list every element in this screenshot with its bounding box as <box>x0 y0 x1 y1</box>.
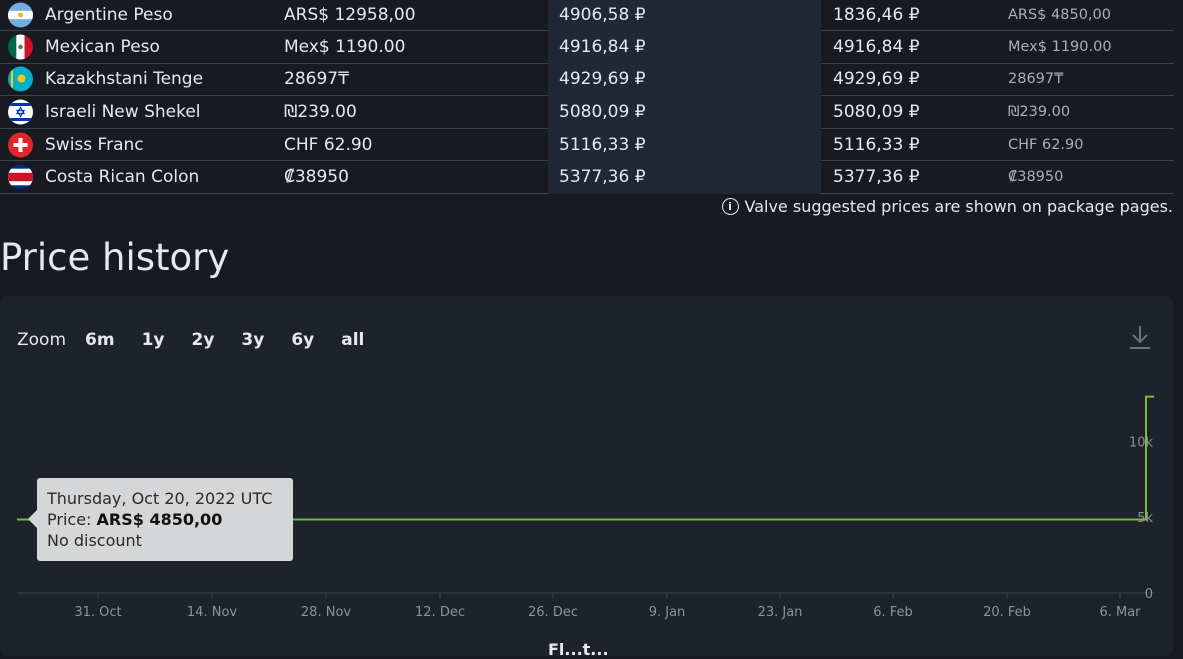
table-row: Swiss Franc CHF 62.90 5116,33 ₽ 5116,33 ₽ CH… <box>0 128 1174 162</box>
converted-original-price: 4916,84 ₽ <box>833 36 920 57</box>
x-tick-label: 14. Nov <box>187 605 237 620</box>
original-local-price: ₪239.00 <box>1008 103 1071 120</box>
converted-original-price: 5116,33 ₽ <box>833 134 920 155</box>
table-row: Kazakhstani Tenge 28697₸ 4929,69 ₽ 4929,69 … <box>0 63 1174 97</box>
converted-price: 4929,69 ₽ <box>559 69 646 90</box>
currency-price-table: Argentine Peso ARS$ 12958,00 4906,58 ₽ 1836… <box>0 0 1174 194</box>
zoom-3y-button[interactable]: 3y <box>241 330 264 350</box>
x-tick-label: 26. Dec <box>528 605 578 620</box>
currency-name: Mexican Peso <box>45 36 160 57</box>
original-local-price: CHF 62.90 <box>1008 136 1084 153</box>
x-tick-label: 28. Nov <box>301 605 351 620</box>
original-local-price: Mex$ 1190.00 <box>1008 38 1112 55</box>
converted-price: 5080,09 ₽ <box>559 101 646 122</box>
chart-footer-label: Fl...t... <box>548 640 609 659</box>
flag-switzerland-icon <box>8 132 33 158</box>
table-row: Costa Rican Colon ₡38950 5377,36 ₽ 5377,36 … <box>0 161 1174 194</box>
price-note-text: Valve suggested prices are shown on pack… <box>744 197 1174 216</box>
converted-original-price: 4929,69 ₽ <box>833 69 920 90</box>
converted-price: 4916,84 ₽ <box>559 36 646 57</box>
x-tick-label: 20. Feb <box>983 605 1031 620</box>
zoom-6m-button[interactable]: 6m <box>85 330 115 350</box>
chart-tooltip: Thursday, Oct 20, 2022 UTC Price: ARS$ 4… <box>28 478 293 561</box>
original-local-price: 28697₸ <box>1008 71 1064 88</box>
local-price: ₪239.00 <box>284 101 357 122</box>
zoom-all-button[interactable]: all <box>341 330 364 350</box>
tooltip-date: Thursday, Oct 20, 2022 UTC <box>47 489 273 508</box>
table-row: Argentine Peso ARS$ 12958,00 4906,58 ₽ 1836… <box>0 0 1174 31</box>
converted-price: 5377,36 ₽ <box>559 167 646 188</box>
zoom-6y-button[interactable]: 6y <box>291 330 314 350</box>
y-tick-label: 0 <box>1145 587 1153 602</box>
tooltip-price-label: Price: <box>47 510 92 529</box>
currency-name: Swiss Franc <box>45 134 144 155</box>
zoom-2y-button[interactable]: 2y <box>191 330 214 350</box>
flag-costa-rica-icon <box>8 164 33 190</box>
converted-original-price: 1836,46 ₽ <box>833 5 920 25</box>
zoom-1y-button[interactable]: 1y <box>142 330 165 350</box>
info-icon: i <box>721 198 739 215</box>
x-tick-label: 9. Jan <box>649 605 686 620</box>
local-price: CHF 62.90 <box>284 134 373 155</box>
converted-original-price: 5080,09 ₽ <box>833 101 920 122</box>
local-price: Mex$ 1190.00 <box>284 36 406 57</box>
tooltip-price: Price: ARS$ 4850,00 <box>47 509 293 530</box>
table-row: Israeli New Shekel ₪239.00 5080,09 ₽ 5080,0… <box>0 96 1174 129</box>
converted-price: 4906,58 ₽ <box>559 5 646 25</box>
tooltip-price-value: ARS$ 4850,00 <box>96 510 223 529</box>
currency-name: Costa Rican Colon <box>45 167 200 188</box>
local-price: ₡38950 <box>284 167 349 188</box>
x-tick-label: 6. Feb <box>873 605 913 620</box>
flag-kazakhstan-icon <box>8 66 33 92</box>
y-tick-label: 10k <box>1129 435 1154 450</box>
section-title: Price history <box>0 236 230 279</box>
currency-name: Israeli New Shekel <box>45 101 201 122</box>
local-price: ARS$ 12958,00 <box>284 5 416 25</box>
table-row: Mexican Peso Mex$ 1190.00 4916,84 ₽ 4916,84… <box>0 31 1174 64</box>
currency-name: Argentine Peso <box>45 5 173 25</box>
x-tick-label: 6. Mar <box>1099 605 1141 620</box>
zoom-controls: Zoom 6m 1y 2y 3y 6y all <box>17 330 391 350</box>
tooltip-discount: No discount <box>47 531 142 550</box>
converted-original-price: 5377,36 ₽ <box>833 167 920 188</box>
original-local-price: ARS$ 4850,00 <box>1008 7 1111 23</box>
flag-mexico-icon <box>8 34 33 60</box>
currency-name: Kazakhstani Tenge <box>45 69 204 90</box>
flag-israel-icon <box>8 99 33 125</box>
local-price: 28697₸ <box>284 69 349 90</box>
x-tick-label: 23. Jan <box>758 605 803 620</box>
original-local-price: ₡38950 <box>1008 169 1064 186</box>
download-icon[interactable] <box>1128 323 1152 351</box>
x-tick-label: 12. Dec <box>415 605 465 620</box>
x-tick-label: 31. Oct <box>74 605 121 620</box>
price-note: i Valve suggested prices are shown on pa… <box>721 197 1174 216</box>
converted-price: 5116,33 ₽ <box>559 134 646 155</box>
zoom-label: Zoom <box>17 330 67 350</box>
flag-argentina-icon <box>8 2 33 28</box>
